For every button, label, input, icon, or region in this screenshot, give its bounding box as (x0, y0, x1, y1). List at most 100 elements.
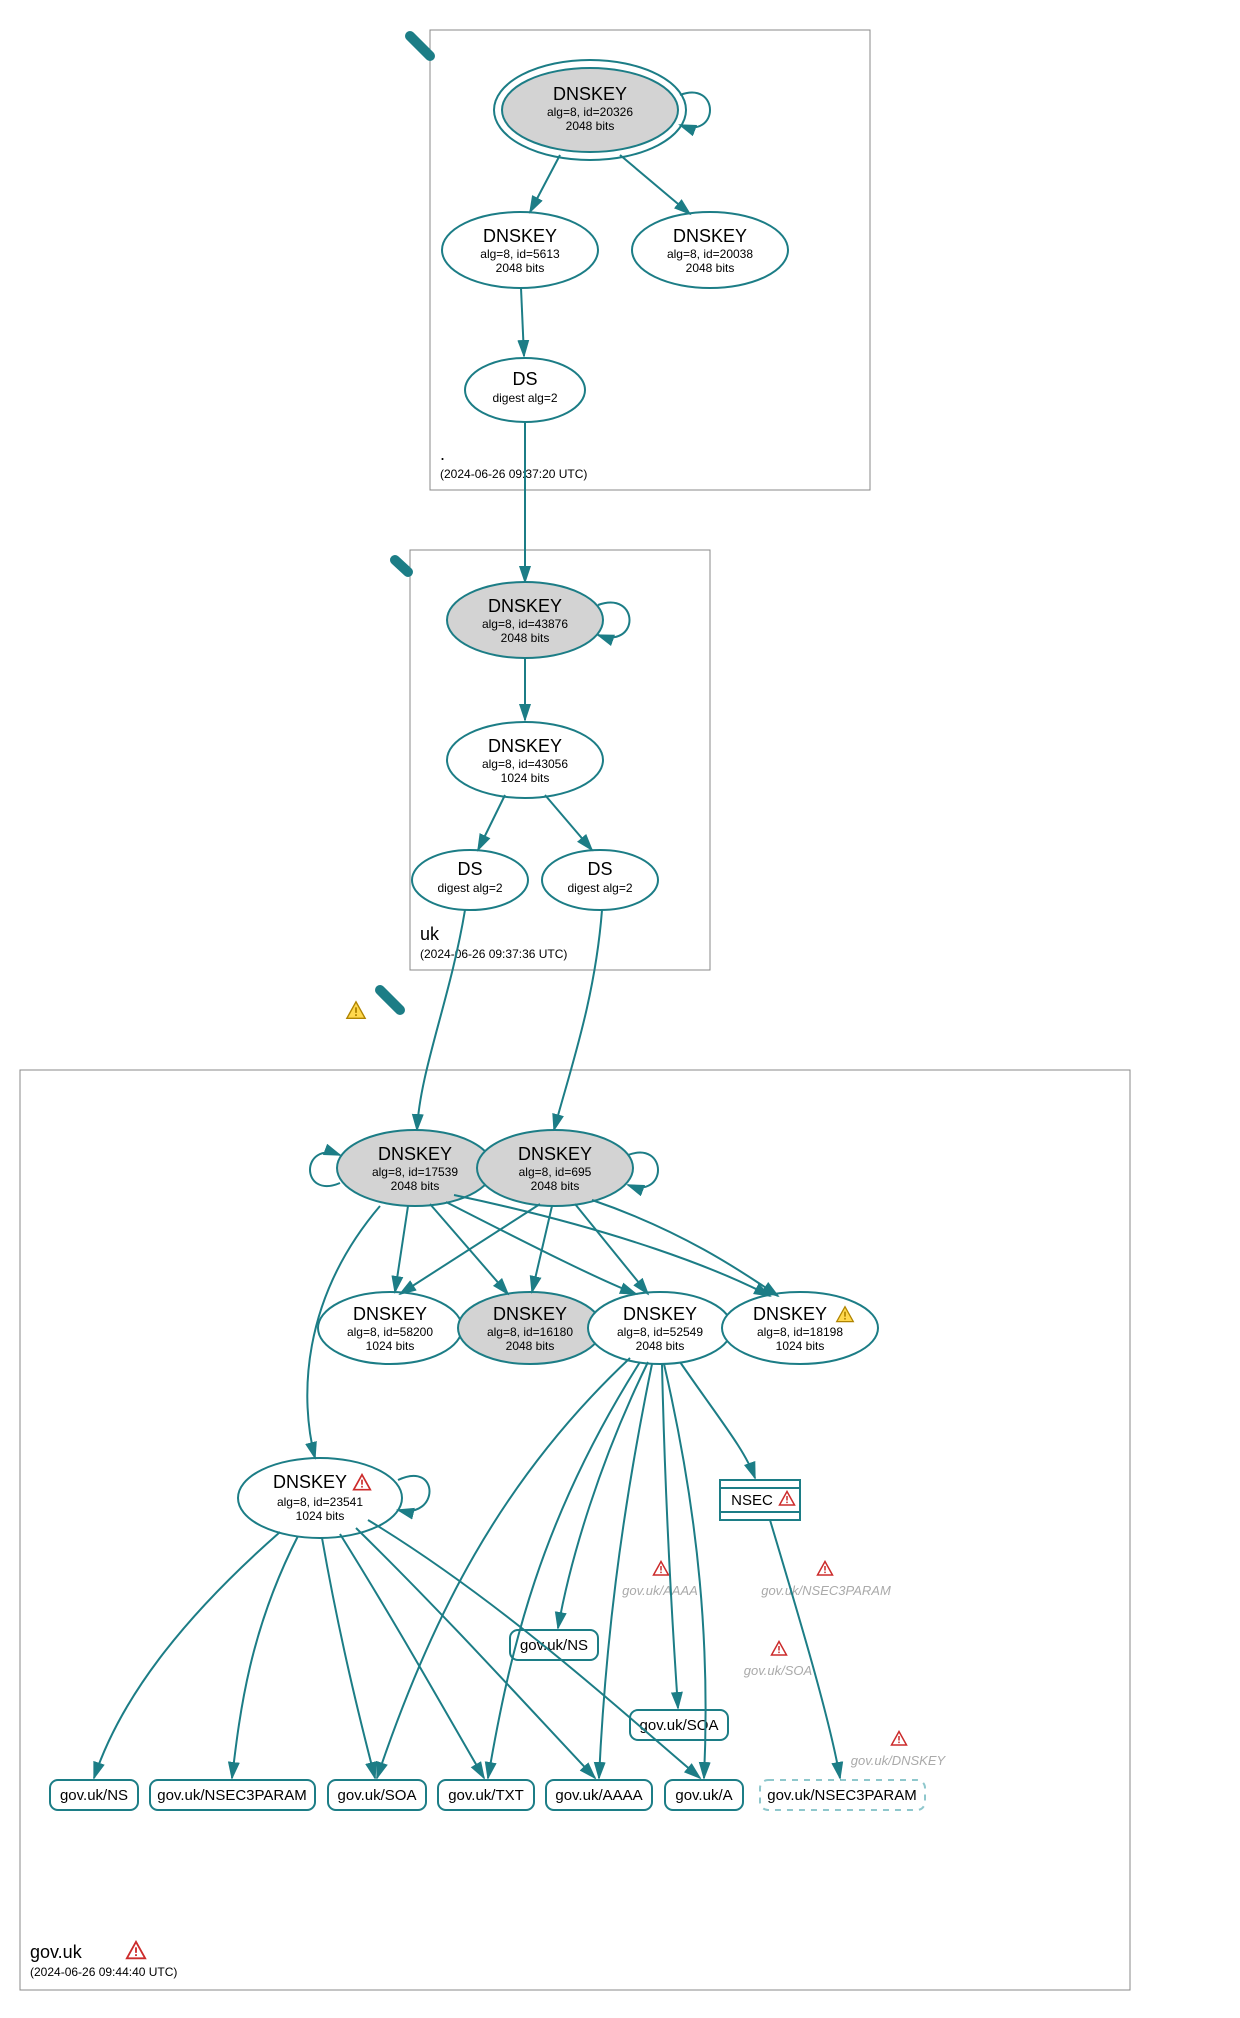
svg-text:1024 bits: 1024 bits (366, 1339, 415, 1353)
root-ds-node[interactable]: DS digest alg=2 (465, 358, 585, 422)
svg-text:alg=8, id=16180: alg=8, id=16180 (487, 1325, 573, 1339)
svg-text:alg=8, id=20038: alg=8, id=20038 (667, 247, 753, 261)
svg-text:alg=8, id=5613: alg=8, id=5613 (480, 247, 560, 261)
uk-ds1-node[interactable]: DS digest alg=2 (412, 850, 528, 910)
svg-text:gov.uk/NSEC3PARAM: gov.uk/NSEC3PARAM (761, 1583, 891, 1598)
uk-ksk-node[interactable]: DNSKEY alg=8, id=43876 2048 bits (447, 582, 603, 658)
zone-root-name: . (440, 444, 445, 464)
uk-ds2-node[interactable]: DS digest alg=2 (542, 850, 658, 910)
ghost-dnskey: gov.uk/DNSKEY (851, 1732, 947, 1769)
svg-text:DNSKEY: DNSKEY (553, 84, 627, 104)
svg-text:DS: DS (587, 859, 612, 879)
link-ksk1-18198 (454, 1195, 770, 1296)
zone-root-ts: (2024-06-26 09:37:20 UTC) (440, 467, 587, 481)
svg-text:alg=8, id=43056: alg=8, id=43056 (482, 757, 568, 771)
trust-anchor-link (410, 36, 430, 56)
error-icon (127, 1942, 145, 1959)
rr-ns2[interactable]: gov.uk/NS (510, 1630, 598, 1660)
link-52549-soa1 (377, 1358, 630, 1778)
root-zsk2-node[interactable]: DNSKEY alg=8, id=20038 2048 bits (632, 212, 788, 288)
link-52549-nsec (680, 1362, 755, 1478)
link-self-23541 (398, 1476, 430, 1511)
svg-text:2048 bits: 2048 bits (506, 1339, 555, 1353)
zone-uk-ts: (2024-06-26 09:37:36 UTC) (420, 947, 567, 961)
svg-text:DNSKEY: DNSKEY (623, 1304, 697, 1324)
svg-text:DNSKEY: DNSKEY (378, 1144, 452, 1164)
svg-text:alg=8, id=23541: alg=8, id=23541 (277, 1495, 363, 1509)
uk-zsk-node[interactable]: DNSKEY alg=8, id=43056 1024 bits (447, 722, 603, 798)
gov-ksk1-node[interactable]: DNSKEY alg=8, id=17539 2048 bits (337, 1130, 493, 1206)
svg-text:2048 bits: 2048 bits (496, 261, 545, 275)
link-ksk2-18198 (592, 1200, 778, 1296)
rr-aaaa1[interactable]: gov.uk/AAAA (546, 1780, 652, 1810)
svg-text:gov.uk/SOA: gov.uk/SOA (744, 1663, 812, 1678)
gov-52549-node[interactable]: DNSKEY alg=8, id=52549 2048 bits (588, 1292, 732, 1364)
svg-text:DNSKEY: DNSKEY (753, 1304, 827, 1324)
link-23541-soa1 (322, 1538, 375, 1778)
svg-text:DNSKEY: DNSKEY (518, 1144, 592, 1164)
svg-text:DS: DS (457, 859, 482, 879)
svg-text:digest alg=2: digest alg=2 (437, 881, 502, 895)
link-ukds2-govksk2 (554, 910, 602, 1130)
gov-18198-node[interactable]: DNSKEY alg=8, id=18198 1024 bits (722, 1292, 878, 1364)
gov-ksk2-node[interactable]: DNSKEY alg=8, id=695 2048 bits (477, 1130, 633, 1206)
svg-text:gov.uk/NS: gov.uk/NS (60, 1787, 128, 1804)
svg-text:DNSKEY: DNSKEY (488, 596, 562, 616)
rr-soa1[interactable]: gov.uk/SOA (328, 1780, 426, 1810)
svg-text:DNSKEY: DNSKEY (673, 226, 747, 246)
svg-text:NSEC: NSEC (731, 1492, 773, 1509)
link-rootksk-zsk2 (620, 155, 690, 214)
rr-ns1[interactable]: gov.uk/NS (50, 1780, 138, 1810)
svg-text:2048 bits: 2048 bits (391, 1179, 440, 1193)
svg-text:digest alg=2: digest alg=2 (567, 881, 632, 895)
svg-text:alg=8, id=695: alg=8, id=695 (519, 1165, 592, 1179)
svg-text:gov.uk/TXT: gov.uk/TXT (448, 1787, 524, 1804)
svg-text:alg=8, id=20326: alg=8, id=20326 (547, 105, 633, 119)
link-rootksk-zsk1 (530, 155, 560, 212)
svg-text:alg=8, id=52549: alg=8, id=52549 (617, 1325, 703, 1339)
rr-txt[interactable]: gov.uk/TXT (438, 1780, 534, 1810)
svg-text:gov.uk/NS: gov.uk/NS (520, 1637, 588, 1654)
zone-gov-box (20, 1070, 1130, 1990)
gov-nsec-node[interactable]: NSEC (720, 1480, 800, 1520)
gov-16180-node[interactable]: DNSKEY alg=8, id=16180 2048 bits (458, 1292, 602, 1364)
link-self-govksk1 (310, 1153, 340, 1186)
svg-text:gov.uk/SOA: gov.uk/SOA (640, 1717, 719, 1734)
rr-n3p2[interactable]: gov.uk/NSEC3PARAM (760, 1780, 925, 1810)
svg-text:2048 bits: 2048 bits (531, 1179, 580, 1193)
svg-text:gov.uk/NSEC3PARAM: gov.uk/NSEC3PARAM (157, 1787, 307, 1804)
svg-text:gov.uk/SOA: gov.uk/SOA (338, 1787, 417, 1804)
svg-text:DNSKEY: DNSKEY (483, 226, 557, 246)
svg-text:gov.uk/AAAA: gov.uk/AAAA (555, 1787, 642, 1804)
svg-text:DNSKEY: DNSKEY (353, 1304, 427, 1324)
link-ksk2-58200 (400, 1204, 540, 1294)
warning-icon (347, 1002, 365, 1019)
root-ksk-node[interactable]: DNSKEY alg=8, id=20326 2048 bits (494, 60, 686, 160)
link-ksk2-16180 (532, 1206, 552, 1292)
zone-uk-name: uk (420, 924, 440, 944)
link-ukzsk-ds1 (478, 795, 505, 850)
zone-gov-ts: (2024-06-26 09:44:40 UTC) (30, 1965, 177, 1979)
gov-58200-node[interactable]: DNSKEY alg=8, id=58200 1024 bits (318, 1292, 462, 1364)
svg-text:DNSKEY: DNSKEY (493, 1304, 567, 1324)
svg-text:1024 bits: 1024 bits (296, 1509, 345, 1523)
link-root-to-uk-thick (395, 560, 408, 572)
rr-soa2[interactable]: gov.uk/SOA (630, 1710, 728, 1740)
ghost-soa: gov.uk/SOA (744, 1642, 812, 1679)
ghost-n3p: gov.uk/NSEC3PARAM (761, 1562, 891, 1599)
svg-text:1024 bits: 1024 bits (501, 771, 550, 785)
svg-text:gov.uk/A: gov.uk/A (675, 1787, 732, 1804)
zone-gov-name: gov.uk (30, 1942, 83, 1962)
link-self-root-ksk (680, 93, 710, 128)
link-ksk1-58200 (395, 1206, 408, 1292)
svg-text:alg=8, id=18198: alg=8, id=18198 (757, 1325, 843, 1339)
svg-text:DS: DS (512, 369, 537, 389)
rr-n3p1[interactable]: gov.uk/NSEC3PARAM (150, 1780, 315, 1810)
rr-a[interactable]: gov.uk/A (665, 1780, 743, 1810)
svg-text:2048 bits: 2048 bits (501, 631, 550, 645)
svg-text:gov.uk/AAAA: gov.uk/AAAA (622, 1583, 698, 1598)
svg-text:alg=8, id=43876: alg=8, id=43876 (482, 617, 568, 631)
root-zsk1-node[interactable]: DNSKEY alg=8, id=5613 2048 bits (442, 212, 598, 288)
link-zsk1-ds (521, 288, 524, 356)
svg-text:digest alg=2: digest alg=2 (492, 391, 557, 405)
